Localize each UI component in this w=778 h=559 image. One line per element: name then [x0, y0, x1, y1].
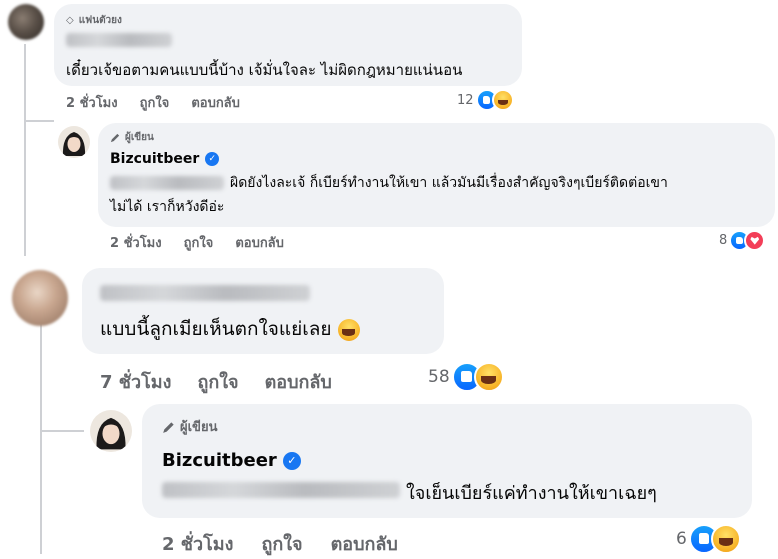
pencil-icon — [110, 133, 120, 143]
badge-label: ผู้เขียน — [180, 420, 218, 435]
reply-timestamp[interactable]: 2 ชั่วโมง — [110, 232, 162, 253]
author-name-text: Bizcuitbeer — [162, 450, 277, 471]
author-name-text: Bizcuitbeer — [110, 151, 200, 167]
comment-text: เดี๋ยวเจ้ขอตามคนแบบนี้บ้าง เจ้มั่นใจละ ไ… — [66, 61, 463, 79]
reaction-count: 8 — [719, 233, 728, 248]
commenter-avatar[interactable] — [8, 4, 44, 40]
thread-line-branch-1 — [24, 120, 54, 122]
mentioned-name-redacted[interactable] — [162, 482, 400, 498]
commenter-name-redacted[interactable] — [100, 285, 310, 301]
mentioned-name-redacted[interactable] — [110, 176, 224, 190]
reply-timestamp[interactable]: 2 ชั่วโมง — [162, 529, 233, 558]
love-reaction-icon — [744, 230, 766, 251]
author-name[interactable]: Bizcuitbeer ✓ — [162, 450, 301, 471]
comment-actions: 2 ชั่วโมง ถูกใจ ตอบกลับ — [66, 92, 262, 113]
badge-label: แฟนตัวยง — [78, 15, 122, 26]
comment-timestamp[interactable]: 2 ชั่วโมง — [66, 92, 118, 113]
commenter-avatar[interactable] — [12, 270, 68, 326]
author-name[interactable]: Bizcuitbeer ✓ — [110, 151, 220, 167]
reaction-summary[interactable]: 6 — [676, 524, 741, 554]
comment-timestamp[interactable]: 7 ชั่วโมง — [100, 367, 171, 396]
reaction-count: 12 — [457, 92, 474, 108]
author-badge: ผู้เขียน — [162, 416, 217, 437]
reply-button[interactable]: ตอบกลับ — [331, 529, 398, 558]
reply-text-line2: ไม่ได้ เราก็หวังดีอ่ะ — [110, 199, 225, 215]
reaction-summary[interactable]: 12 — [457, 89, 514, 111]
diamond-icon: ◇ — [66, 15, 74, 26]
author-avatar[interactable] — [58, 126, 90, 158]
author-avatar[interactable] — [90, 410, 132, 452]
like-button[interactable]: ถูกใจ — [184, 232, 214, 253]
verified-check-icon: ✓ — [205, 152, 220, 166]
reply-text: ใจเย็นเบียร์แค่ทำงานให้เขาเฉยๆ — [406, 483, 657, 504]
like-button[interactable]: ถูกใจ — [197, 367, 238, 396]
comment-actions: 7 ชั่วโมง ถูกใจ ตอบกลับ — [100, 367, 354, 396]
haha-reaction-icon — [491, 89, 514, 111]
reaction-summary[interactable]: 58 — [428, 362, 504, 392]
like-button[interactable]: ถูกใจ — [140, 92, 170, 113]
thread-line-main — [24, 44, 26, 256]
comment-text: แบบนี้ลูกเมียเห็นตกใจแย่เลย — [100, 314, 360, 344]
fan-badge: ◇ แฟนตัวยง — [66, 13, 122, 28]
thread-line-branch-2 — [40, 430, 84, 432]
reply-button[interactable]: ตอบกลับ — [191, 92, 240, 113]
reply-button[interactable]: ตอบกลับ — [235, 232, 284, 253]
reply-actions: 2 ชั่วโมง ถูกใจ ตอบกลับ — [110, 232, 306, 253]
thread-line-second — [40, 318, 42, 554]
author-badge: ผู้เขียน — [110, 130, 154, 145]
haha-reaction-icon — [473, 362, 504, 392]
pencil-icon — [163, 421, 174, 433]
author-avatar-image — [58, 126, 90, 158]
badge-label: ผู้เขียน — [125, 132, 154, 143]
reply-text-line1: ผิดยังไงละเจ้ ก็เบียร์ทำงานให้เขา แล้วมั… — [230, 175, 668, 191]
reply-actions: 2 ชั่วโมง ถูกใจ ตอบกลับ — [162, 529, 420, 558]
laughing-emoji-icon — [337, 318, 360, 341]
reaction-count: 6 — [676, 529, 687, 549]
commenter-name-redacted[interactable] — [66, 33, 172, 47]
like-button[interactable]: ถูกใจ — [261, 529, 302, 558]
verified-check-icon: ✓ — [282, 451, 301, 470]
reply-button[interactable]: ตอบกลับ — [265, 367, 332, 396]
reaction-count: 58 — [428, 367, 450, 387]
haha-reaction-icon — [710, 524, 741, 554]
author-avatar-image — [90, 410, 132, 452]
reaction-summary[interactable]: 8 — [719, 230, 766, 251]
